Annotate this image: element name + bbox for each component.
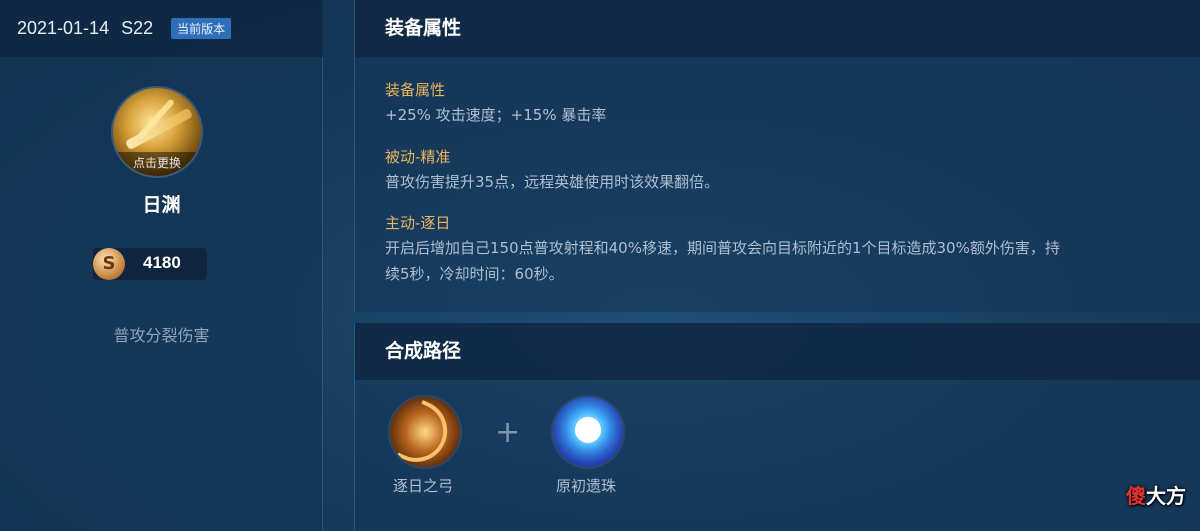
change-item-label[interactable]: 点击更换 (113, 152, 201, 176)
item-price: 4180 (143, 253, 181, 272)
attribute-section-text: +25% 攻击速度；+15% 暴击率 (385, 106, 607, 124)
gold-coin-icon: S (93, 248, 125, 280)
plus-icon: + (495, 415, 521, 450)
current-version-badge: 当前版本 (171, 18, 232, 39)
attributes-panel: 装备属性 装备属性 +25% 攻击速度；+15% 暴击率 被动-精准 普攻伤害提… (354, 0, 1200, 312)
attribute-section-title: 装备属性 (385, 81, 446, 99)
recipe-header: 合成路径 (355, 323, 1200, 380)
item-icon-button[interactable]: 点击更换 (111, 86, 203, 178)
version-header: 2021-01-14 S22 当前版本 (0, 0, 323, 57)
item-summary-panel: 2021-01-14 S22 当前版本 点击更换 日渊 S 4180 普攻分裂伤… (0, 0, 323, 531)
passive-title: 被动-精准 (385, 148, 451, 166)
attributes-header: 装备属性 (355, 0, 1200, 57)
active-title: 主动-逐日 (385, 214, 451, 232)
orb-core (575, 417, 601, 443)
item-description: 普攻分裂伤害 (113, 326, 210, 345)
recipe-item-label: 原初遗珠 (555, 477, 616, 495)
watermark-part-2: 大方 (1146, 484, 1186, 508)
item-name: 日渊 (142, 194, 181, 216)
recipe-panel: 合成路径 + 逐日之弓 原初遗珠 (354, 323, 1200, 531)
price-box: S 4180 (93, 248, 207, 280)
orb-icon[interactable] (551, 395, 625, 469)
active-text-line-2: 续5秒，冷却时间：60秒。 (385, 265, 564, 283)
bow-icon[interactable] (388, 395, 462, 469)
bow-shape (396, 399, 458, 467)
watermark-part-1: 傻 (1126, 484, 1146, 508)
version-date: 2021-01-14 (17, 18, 110, 38)
passive-text: 普攻伤害提升35点，远程英雄使用时该效果翻倍。 (385, 173, 720, 191)
recipe-item-label: 逐日之弓 (392, 477, 453, 495)
watermark-logo: 傻大方 (1126, 480, 1186, 509)
active-text-line-1: 开启后增加自己150点普攻射程和40%移速，期间普攻会向目标附近的1个目标造成3… (385, 239, 1060, 257)
season-label: S22 (121, 18, 154, 38)
